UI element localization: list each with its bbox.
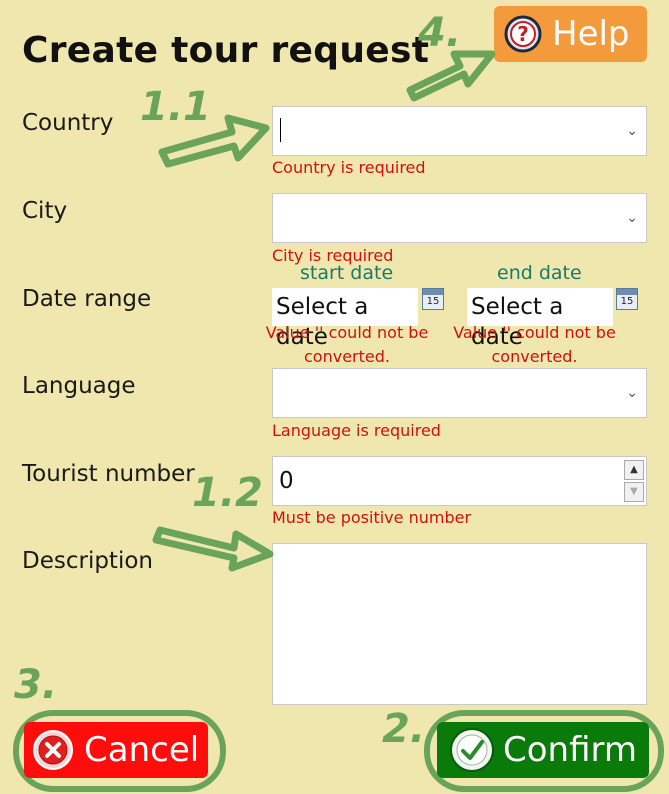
annotation-2: 2. <box>382 706 426 752</box>
annotation-overlay <box>152 50 496 572</box>
annotation-3: 3. <box>14 662 58 708</box>
annotation-arrow-icon <box>406 50 496 102</box>
annotation-1-2: 1.2 <box>192 470 263 516</box>
annotation-1-1: 1.1 <box>140 84 211 130</box>
annotation-4: 4. <box>418 10 462 56</box>
annotation-arrow-icon <box>152 526 274 572</box>
